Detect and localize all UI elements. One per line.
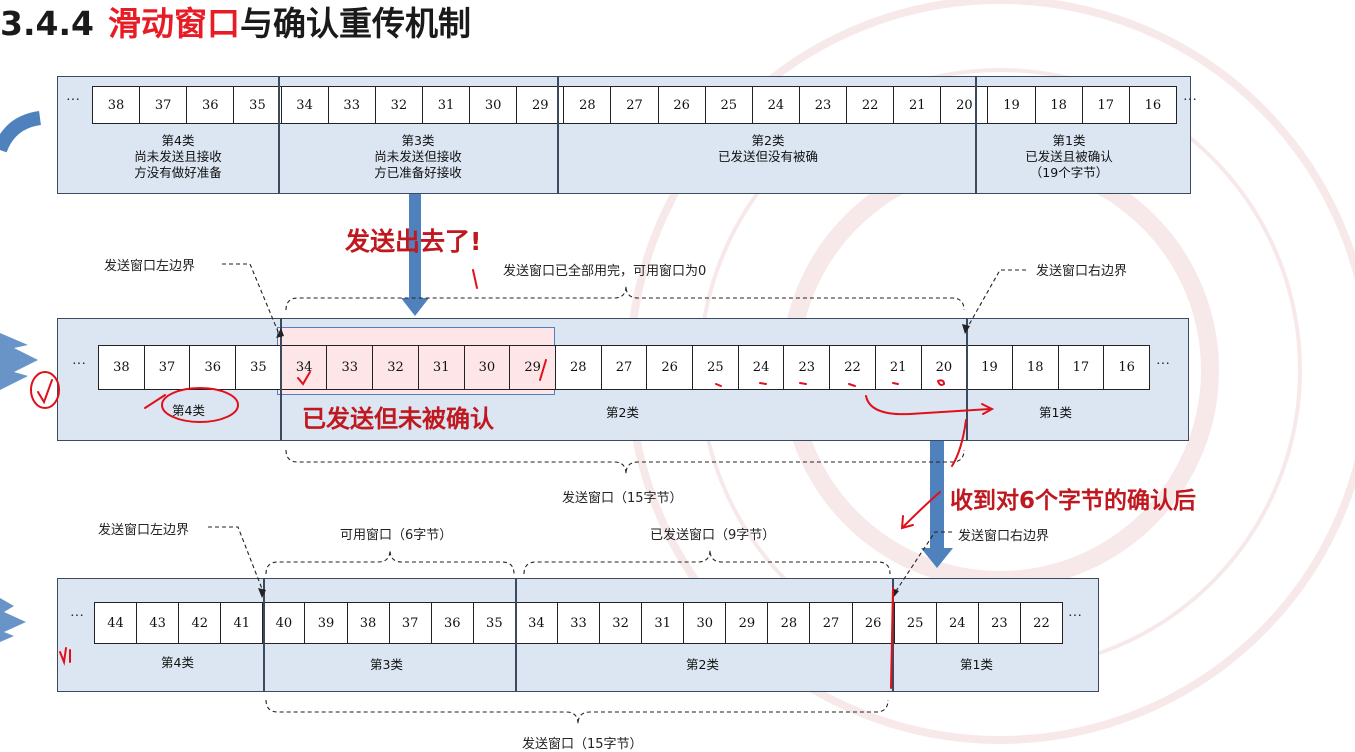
pen-stroke — [539, 359, 547, 381]
dot-mark — [937, 379, 946, 386]
dot-mark — [892, 382, 899, 385]
pen-stroke — [59, 647, 71, 666]
pen-stroke — [951, 419, 967, 467]
check-mark — [37, 379, 53, 405]
check-mark — [297, 371, 311, 386]
circle-mark — [30, 371, 60, 409]
circle-mark — [161, 387, 239, 423]
pen-stroke — [472, 269, 478, 289]
window-edge-stroke — [890, 587, 894, 689]
dot-mark — [715, 383, 722, 387]
dot-mark — [799, 382, 807, 385]
handwritten-annotations — [30, 269, 995, 689]
arrow-stroke — [903, 491, 941, 527]
dot-mark — [759, 382, 767, 385]
dot-mark — [848, 383, 856, 387]
arrow-stroke — [865, 395, 991, 416]
